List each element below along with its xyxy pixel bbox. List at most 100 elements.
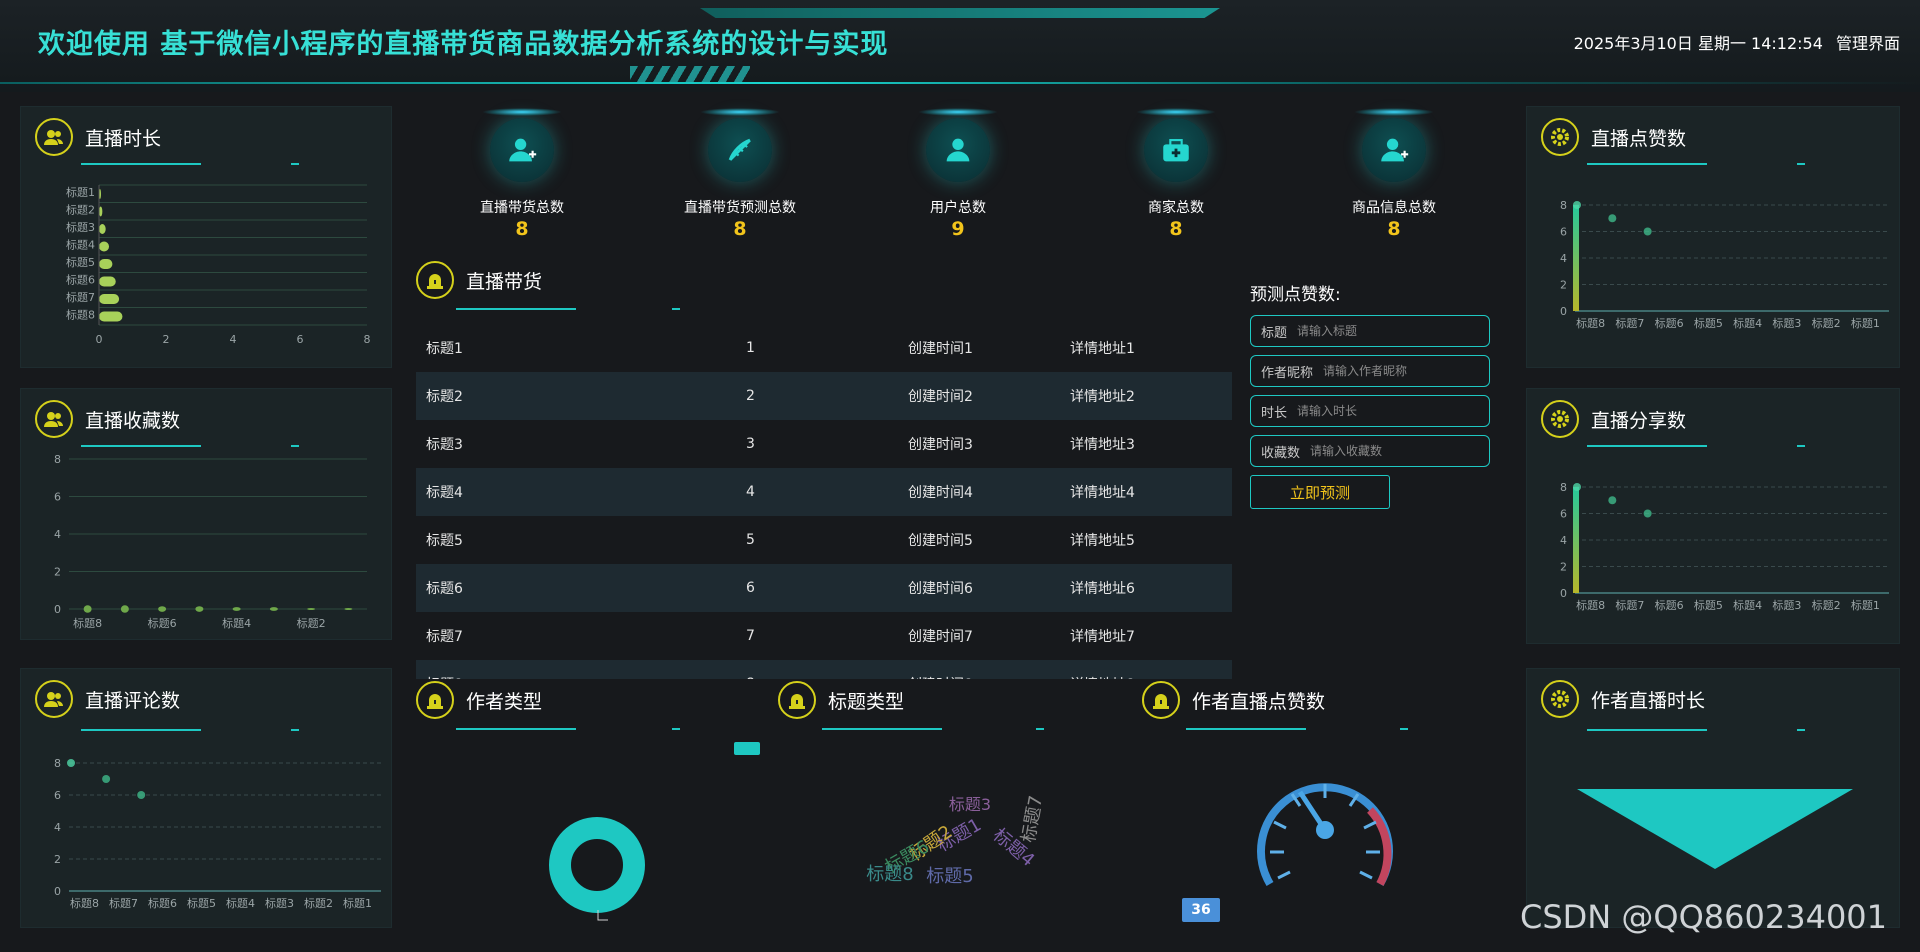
- field-input[interactable]: [1297, 404, 1448, 418]
- stat-card: 直播带货预测总数 8: [650, 100, 830, 250]
- field-label: 时长: [1261, 405, 1288, 421]
- table-row[interactable]: 标题5 5 创建时间5 详情地址5: [416, 516, 1232, 564]
- tick-label: 标题4: [226, 896, 255, 910]
- data-point: [67, 759, 75, 767]
- tick-label: 标题3: [265, 896, 294, 910]
- user-icon: [926, 118, 990, 182]
- funnel-shape: [1577, 789, 1853, 869]
- table-cell: 2: [746, 388, 755, 404]
- tick-label: 标题2: [66, 203, 95, 217]
- tick-label: 0: [96, 333, 103, 346]
- alarm-icon: [416, 261, 454, 299]
- alarm-icon: [1142, 681, 1180, 719]
- tick-label: 标题5: [1694, 316, 1723, 330]
- panel-favorites: 直播收藏数 0 2 4 6 8 标题8 标题6 标题4 标题2: [20, 388, 392, 640]
- tick-label: 标题8: [73, 616, 102, 630]
- field-input[interactable]: [1310, 444, 1461, 458]
- tick-label: 标题7: [1615, 316, 1644, 330]
- tick-label: 标题4: [1733, 316, 1762, 330]
- tick-label: 2: [54, 566, 61, 579]
- table-cell: 详情地址1: [1070, 341, 1135, 357]
- card-glow: [1354, 108, 1434, 116]
- data-point: [1573, 483, 1581, 491]
- tick-label: 2: [163, 333, 170, 346]
- tick-label: 标题6: [148, 896, 177, 910]
- table-cell: 标题2: [426, 389, 463, 405]
- table-row[interactable]: 标题7 7 创建时间7 详情地址7: [416, 612, 1232, 660]
- tick-label: 标题2: [1812, 316, 1841, 330]
- table-cell: 3: [746, 436, 755, 452]
- tick-label: 0: [54, 603, 61, 616]
- panel-underline: [1587, 445, 1707, 447]
- field-label: 标题: [1261, 325, 1288, 341]
- gear-icon: [1541, 118, 1579, 156]
- panel-title: 直播时长: [85, 127, 162, 150]
- bar: [83, 605, 92, 613]
- tick-label: 8: [54, 453, 61, 466]
- data-point: [1608, 214, 1617, 223]
- author-type-donut: [549, 817, 645, 921]
- table-cell: 创建时间2: [908, 389, 973, 405]
- medical-kit-icon: [1144, 118, 1208, 182]
- stat-value: 9: [951, 218, 965, 240]
- stat-value: 8: [733, 218, 747, 240]
- panel-underline-dot: [672, 308, 680, 310]
- author-likes-header: 作者直播点赞数: [1142, 680, 1325, 720]
- tick-label: 0: [1560, 305, 1567, 318]
- table-cell: 创建时间6: [908, 581, 973, 597]
- table-cell: 创建时间1: [908, 341, 973, 357]
- tick-label: 2: [1560, 279, 1567, 292]
- field-input[interactable]: [1323, 364, 1474, 378]
- bar: [195, 606, 204, 612]
- header-decoration: [700, 8, 1220, 18]
- tick-label: 标题2: [1812, 598, 1841, 612]
- stat-label: 直播带货预测总数: [684, 200, 796, 216]
- card-glow: [1136, 108, 1216, 116]
- panel-comments: 直播评论数 0 2 4 6 8 标题8 标题7 标题6 标题5 标题4 标题3 标题2 标题1: [20, 668, 392, 928]
- table-cell: 详情地址8: [1070, 674, 1232, 679]
- tick-label: 标题5: [66, 255, 95, 269]
- data-point: [1643, 227, 1652, 236]
- panel-underline-dot: [291, 445, 299, 447]
- table-row[interactable]: 标题88创建时间8详情地址8: [416, 660, 1232, 679]
- tick-label: 标题5: [1694, 598, 1723, 612]
- table-row[interactable]: 标题2 2 创建时间2 详情地址2: [416, 372, 1232, 420]
- data-point: [1573, 201, 1581, 209]
- tick-label: 6: [54, 491, 61, 504]
- prediction-field: 标题: [1250, 315, 1490, 347]
- bar: [99, 294, 120, 304]
- admin-link[interactable]: 管理界面: [1836, 34, 1900, 53]
- users-icon: [35, 118, 73, 156]
- table-row[interactable]: 标题3 3 创建时间3 详情地址3: [416, 420, 1232, 468]
- card-glow: [918, 108, 998, 116]
- bar: [99, 206, 103, 217]
- tick-label: 标题7: [109, 896, 138, 910]
- tick-label: 标题4: [222, 616, 251, 630]
- field-input[interactable]: [1297, 324, 1448, 338]
- table-row[interactable]: 标题4 4 创建时间4 详情地址4: [416, 468, 1232, 516]
- tick-label: 6: [54, 789, 61, 802]
- tick-label: 6: [1560, 226, 1567, 239]
- tick-label: 4: [1560, 534, 1567, 547]
- stat-card: 用户总数 9: [868, 100, 1048, 250]
- table-cell: 创建时间7: [908, 629, 973, 645]
- panel-underline: [81, 729, 201, 731]
- data-point: [102, 775, 111, 783]
- table-row[interactable]: 标题1 1 创建时间1 详情地址1: [416, 324, 1232, 372]
- tick-label: 0: [1560, 587, 1567, 600]
- bar: [1573, 487, 1579, 593]
- panel-underline-dot: [291, 163, 299, 165]
- tick-label: 标题2: [304, 896, 333, 910]
- tick-label: 标题7: [66, 290, 95, 304]
- panel-likes: 直播点赞数 0 2 4 6 8 标题8 标题7 标题6 标题5 标题4 标题3 标题2 标题1: [1526, 106, 1900, 368]
- page-title: 欢迎使用 基于微信小程序的直播带货商品数据分析系统的设计与实现: [38, 29, 889, 60]
- word: 标题3: [949, 795, 991, 814]
- legend-swatch[interactable]: [734, 742, 760, 755]
- table-row[interactable]: 标题6 6 创建时间6 详情地址6: [416, 564, 1232, 612]
- panel-title: 作者类型: [466, 690, 543, 713]
- stat-value: 8: [1387, 218, 1401, 240]
- field-label: 作者昵称: [1261, 365, 1314, 381]
- predict-button[interactable]: 立即预测: [1250, 475, 1390, 509]
- panel-underline: [1587, 163, 1707, 165]
- tick-label: 6: [1560, 508, 1567, 521]
